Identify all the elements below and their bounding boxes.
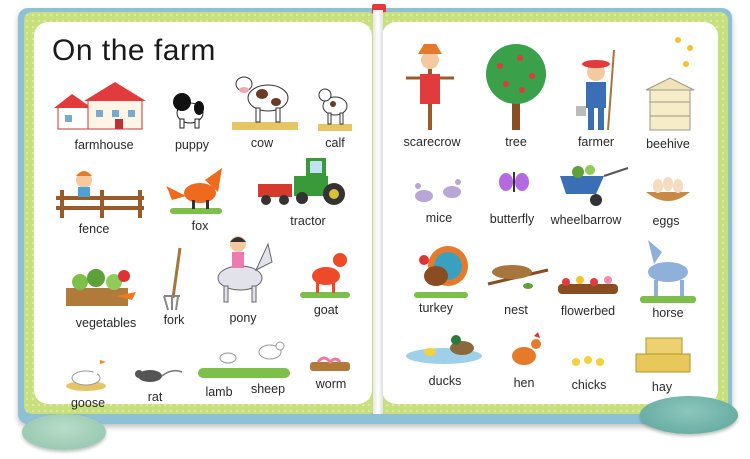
illustrations [54, 37, 696, 391]
label-fox: fox [191, 219, 209, 233]
label-farmhouse: farmhouse [74, 138, 134, 152]
nest-picture [487, 265, 549, 289]
book-stand-left [22, 414, 106, 450]
label-vegetables: vegetables [75, 316, 137, 330]
label-wheelbarrow: wheelbarrow [550, 213, 622, 227]
fence-picture [56, 171, 144, 218]
beehive-picture [645, 37, 695, 131]
goose-picture [66, 360, 106, 391]
label-hen: hen [513, 376, 535, 390]
horse-picture [640, 240, 696, 303]
puppy-picture [173, 93, 204, 129]
ducks-picture [406, 335, 482, 364]
label-scarecrow: scarecrow [403, 135, 461, 149]
wheelbarrow-picture [560, 165, 629, 206]
label-tractor: tractor [290, 214, 326, 228]
label-chicks: chicks [571, 378, 607, 392]
label-pony: pony [229, 311, 257, 325]
label-lamb: lamb [205, 385, 233, 399]
book-stand-right [640, 396, 738, 434]
vegetables-picture [66, 269, 136, 306]
label-turkey: turkey [418, 301, 454, 315]
lamb-sheep-picture [198, 341, 290, 378]
goat-picture [300, 253, 350, 298]
label-tree: tree [505, 135, 527, 149]
hen-picture [512, 332, 541, 365]
rat-picture [135, 369, 183, 382]
label-eggs: eggs [652, 214, 680, 228]
scarecrow-picture [406, 44, 454, 130]
label-calf: calf [325, 136, 345, 150]
label-beehive: beehive [646, 137, 690, 151]
farmhouse-picture [54, 82, 146, 130]
label-puppy: puppy [174, 138, 210, 152]
farmer-picture [576, 49, 615, 131]
pony-picture [217, 236, 273, 303]
label-rat: rat [147, 390, 163, 404]
label-farmer: farmer [577, 135, 615, 149]
chicks-picture [572, 356, 604, 366]
label-nest: nest [504, 303, 528, 317]
mice-picture [415, 179, 461, 202]
eggs-picture [646, 177, 690, 201]
fox-picture [162, 168, 222, 214]
flowerbed-picture [558, 276, 618, 294]
label-ducks: ducks [428, 374, 462, 388]
label-horse: horse [652, 306, 684, 320]
tree-picture [486, 44, 546, 130]
label-goose: goose [70, 396, 106, 410]
label-mice: mice [425, 211, 453, 225]
worm-picture [310, 356, 350, 371]
tractor-picture [258, 158, 345, 205]
cow-picture [232, 76, 298, 130]
label-goat: goat [313, 303, 339, 317]
label-flowerbed: flowerbed [560, 304, 616, 318]
label-fork: fork [163, 313, 185, 327]
butterfly-picture [499, 172, 529, 192]
fork-picture [163, 247, 182, 311]
label-hay: hay [651, 380, 673, 394]
hay-picture [635, 337, 691, 373]
label-worm: worm [315, 377, 347, 391]
label-fence: fence [78, 222, 110, 236]
label-cow: cow [250, 136, 274, 150]
turkey-picture [414, 246, 468, 298]
label-butterfly: butterfly [489, 212, 535, 226]
label-sheep: sheep [250, 382, 286, 396]
calf-picture [318, 88, 352, 131]
